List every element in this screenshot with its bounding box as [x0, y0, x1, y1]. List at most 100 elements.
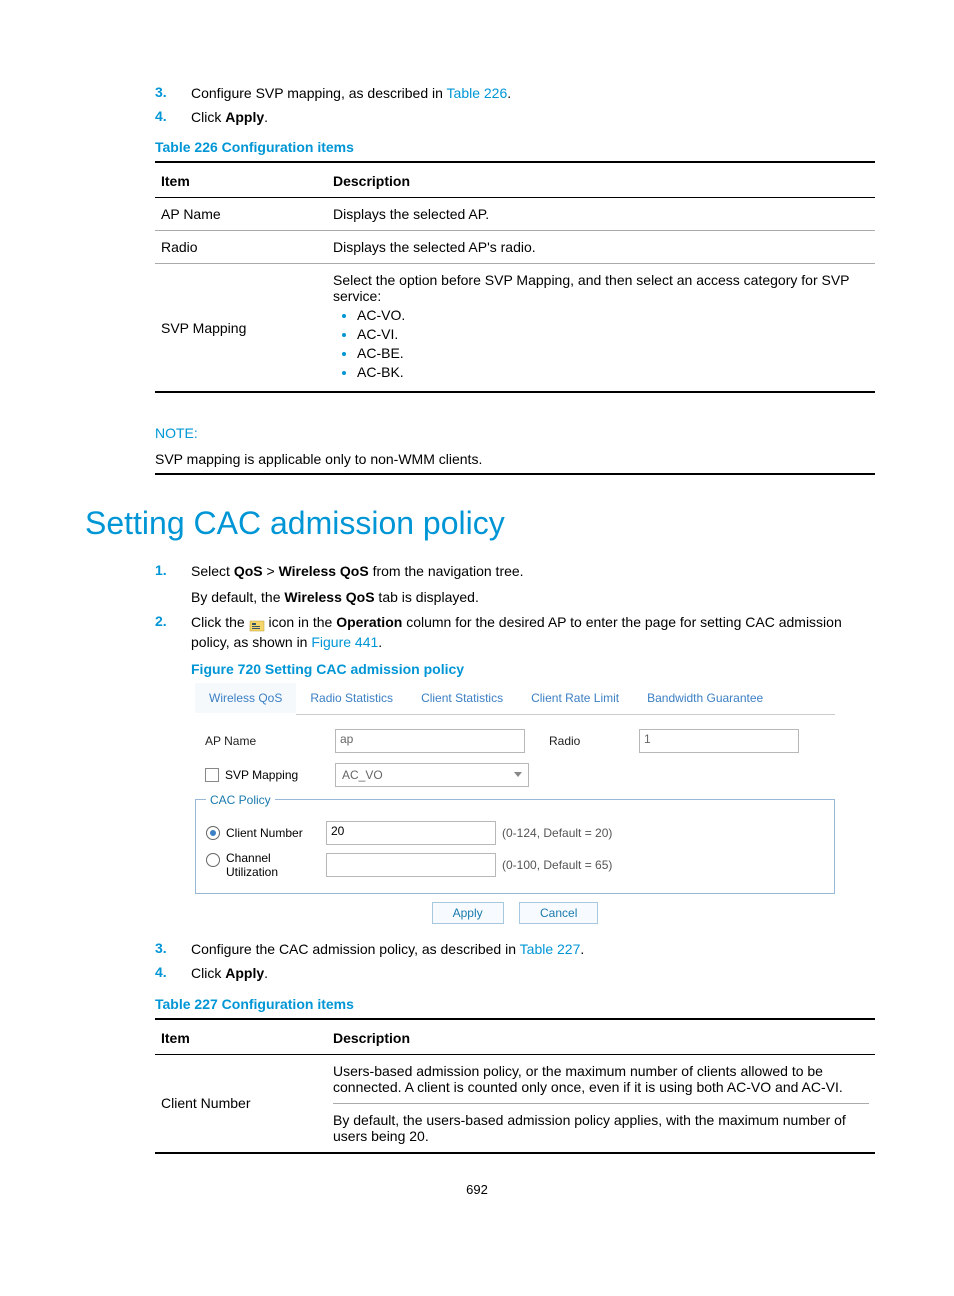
cell-item: Radio — [155, 231, 327, 264]
text: . — [264, 109, 268, 125]
cell-item: Client Number — [155, 1054, 327, 1153]
ap-name-label: AP Name — [195, 734, 335, 748]
bold: Operation — [336, 614, 402, 630]
tab-client-rate-limit[interactable]: Client Rate Limit — [517, 683, 633, 714]
radio-channel-util[interactable] — [206, 853, 220, 867]
cell-item: SVP Mapping — [155, 264, 327, 393]
bold: Wireless QoS — [284, 589, 374, 605]
step-2: 2. Click the icon in the Operation colum… — [155, 613, 869, 652]
t: . — [378, 634, 382, 650]
t: tab is displayed. — [375, 589, 479, 605]
step-number: 4. — [155, 108, 191, 128]
cac-policy-legend: CAC Policy — [206, 793, 275, 807]
t: icon in the — [265, 614, 337, 630]
step-text: Click the icon in the Operation column f… — [191, 613, 869, 652]
desc-intro: Select the option before SVP Mapping, an… — [333, 272, 869, 304]
svp-mapping-field: SVP Mapping — [195, 768, 335, 782]
radio-input[interactable]: 1 — [639, 729, 799, 753]
cell-item: AP Name — [155, 198, 327, 231]
table-row: SVP Mapping Select the option before SVP… — [155, 264, 875, 393]
tab-client-statistics[interactable]: Client Statistics — [407, 683, 517, 714]
text: Configure SVP mapping, as described in — [191, 85, 447, 101]
section-title: Setting CAC admission policy — [85, 505, 869, 542]
channel-util-input[interactable] — [326, 853, 496, 877]
step-4-top: 4. Click Apply. — [155, 108, 869, 128]
step-number: 1. — [155, 562, 191, 582]
operation-icon — [249, 618, 265, 630]
client-number-input[interactable]: 20 — [326, 821, 496, 845]
apply-button[interactable]: Apply — [432, 902, 504, 924]
channel-util-option[interactable]: Channel Utilization — [206, 851, 326, 880]
cac-policy-group: CAC Policy Client Number 20 (0-124, Defa… — [195, 793, 835, 895]
radio-client-number[interactable] — [206, 826, 220, 840]
step-number: 4. — [155, 964, 191, 984]
table-row: Client Number Users-based admission poli… — [155, 1054, 875, 1153]
tab-wireless-qos[interactable]: Wireless QoS — [195, 683, 296, 715]
col-item: Item — [155, 1019, 327, 1055]
t: Click — [191, 965, 225, 981]
table-226-caption: Table 226 Configuration items — [155, 139, 869, 155]
chevron-down-icon — [514, 772, 522, 777]
t: > — [263, 563, 279, 579]
client-number-option[interactable]: Client Number — [206, 826, 326, 840]
step-text: Configure the CAC admission policy, as d… — [191, 940, 869, 960]
step-1: 1. Select QoS > Wireless QoS from the na… — [155, 562, 869, 582]
svp-mapping-checkbox[interactable] — [205, 768, 219, 782]
table-row: AP Name Displays the selected AP. — [155, 198, 875, 231]
bullet-text: AC-BE. — [357, 345, 404, 361]
step-1-sub: By default, the Wireless QoS tab is disp… — [191, 588, 869, 608]
step-text: Click Apply. — [191, 108, 869, 128]
t: . — [580, 941, 584, 957]
svp-mapping-label: SVP Mapping — [225, 768, 298, 782]
svp-select-value: AC_VO — [342, 768, 383, 782]
svp-mapping-select[interactable]: AC_VO — [335, 763, 529, 787]
tab-bandwidth-guarantee[interactable]: Bandwidth Guarantee — [633, 683, 777, 714]
step-text: Click Apply. — [191, 964, 869, 984]
bullet-text: AC-VO. — [357, 307, 405, 323]
note-label: NOTE: — [155, 425, 875, 441]
page-number: 692 — [85, 1182, 869, 1197]
text: . — [507, 85, 511, 101]
para2: By default, the users-based admission po… — [333, 1112, 869, 1144]
step-3-top: 3. Configure SVP mapping, as described i… — [155, 84, 869, 104]
col-desc: Description — [327, 1019, 875, 1055]
tab-radio-statistics[interactable]: Radio Statistics — [296, 683, 407, 714]
client-number-label: Client Number — [226, 826, 303, 840]
cancel-button[interactable]: Cancel — [519, 902, 598, 924]
cell-desc: Users-based admission policy, or the max… — [327, 1054, 875, 1153]
svp-bullet: AC-VO. — [357, 307, 869, 323]
bullet-text: AC-BK. — [357, 364, 404, 380]
table-227-caption: Table 227 Configuration items — [155, 996, 869, 1012]
table-226: Item Description AP Name Displays the se… — [155, 161, 875, 393]
figure-buttons: Apply Cancel — [195, 902, 835, 924]
note-body: SVP mapping is applicable only to non-WM… — [155, 445, 875, 475]
t: By default, the — [191, 589, 284, 605]
step-text: Select QoS > Wireless QoS from the navig… — [191, 562, 869, 582]
figure-441-link[interactable]: Figure 441 — [311, 634, 378, 650]
table-227-link[interactable]: Table 227 — [520, 941, 581, 957]
radio-label: Radio — [525, 734, 639, 748]
table-226-link[interactable]: Table 226 — [447, 85, 508, 101]
apply-label: Apply — [225, 109, 264, 125]
text: Click — [191, 109, 225, 125]
channel-util-label: Channel Utilization — [226, 851, 326, 880]
apply-label: Apply — [225, 965, 264, 981]
cell-desc: Displays the selected AP's radio. — [327, 231, 875, 264]
t: Configure the CAC admission policy, as d… — [191, 941, 520, 957]
bold: Wireless QoS — [279, 563, 369, 579]
cell-desc: Displays the selected AP. — [327, 198, 875, 231]
cell-desc: Select the option before SVP Mapping, an… — [327, 264, 875, 393]
col-desc: Description — [327, 162, 875, 198]
svp-bullet: AC-VI. — [357, 326, 869, 342]
bullet-text: AC-VI. — [357, 326, 398, 342]
t: from the navigation tree. — [369, 563, 524, 579]
step-4-bottom: 4. Click Apply. — [155, 964, 869, 984]
step-3-bottom: 3. Configure the CAC admission policy, a… — [155, 940, 869, 960]
svp-bullet: AC-BK. — [357, 364, 869, 380]
t: Select — [191, 563, 234, 579]
client-number-hint: (0-124, Default = 20) — [502, 826, 612, 840]
step-text: Configure SVP mapping, as described in T… — [191, 84, 869, 104]
note-box: NOTE: SVP mapping is applicable only to … — [155, 425, 875, 475]
ap-name-input[interactable]: ap — [335, 729, 525, 753]
svp-bullet: AC-BE. — [357, 345, 869, 361]
